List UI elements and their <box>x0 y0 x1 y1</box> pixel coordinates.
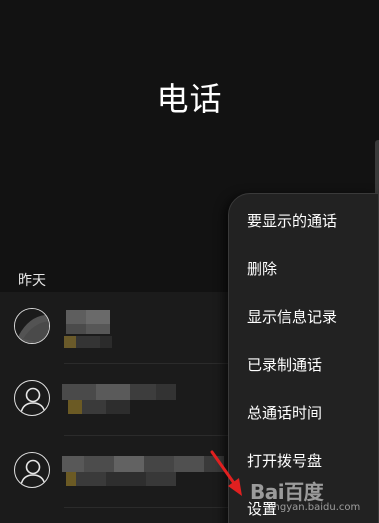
watermark-url: jingyan.baidu.com <box>268 502 361 513</box>
menu-item-recorded-calls[interactable]: 已录制通话 <box>247 354 322 375</box>
watermark-logo-text: Bai百度 <box>250 480 324 504</box>
red-arrow-icon <box>210 450 242 496</box>
menu-item-delete[interactable]: 删除 <box>247 258 277 279</box>
overflow-menu: 要显示的通话 删除 显示信息记录 已录制通话 总通话时间 打开拨号盘 设置 <box>228 193 379 523</box>
watermark-logo: Bai百度 <box>250 476 324 505</box>
menu-item-open-dialpad[interactable]: 打开拨号盘 <box>247 450 322 471</box>
baidu-watermark: Bai百度 jingyan.baidu.com <box>250 476 375 520</box>
contact-avatar[interactable] <box>14 452 50 488</box>
contact-avatar[interactable] <box>14 308 50 344</box>
section-label-yesterday: 昨天 <box>18 273 46 289</box>
person-icon <box>20 459 46 486</box>
menu-item-calls-to-show[interactable]: 要显示的通话 <box>247 210 337 231</box>
person-icon <box>20 387 46 414</box>
blurred-contact-info <box>62 374 222 428</box>
blurred-contact-info <box>62 302 222 356</box>
contact-photo-blurred-icon <box>15 309 49 343</box>
page-title: 电话 <box>156 80 223 118</box>
menu-item-total-call-time[interactable]: 总通话时间 <box>247 402 322 423</box>
contact-avatar[interactable] <box>14 380 50 416</box>
menu-item-show-message-log[interactable]: 显示信息记录 <box>247 306 337 327</box>
phone-app-screen: 电话 昨天 要显示的通话 删除 显示信息记录 已录制通话 总通话时间 打开拨号盘… <box>0 0 379 523</box>
